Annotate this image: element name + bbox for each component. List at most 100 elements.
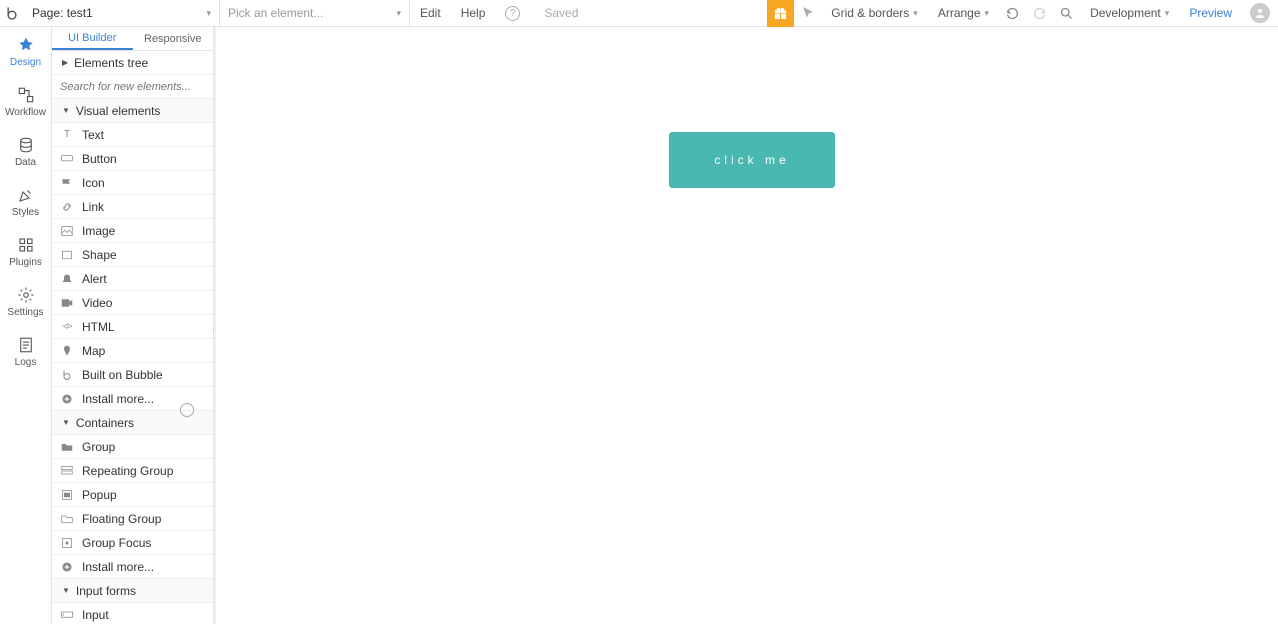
palette-install-more-containers[interactable]: Install more...: [52, 555, 213, 579]
palette-button[interactable]: Button: [52, 147, 213, 171]
palette-html[interactable]: </> HTML: [52, 315, 213, 339]
palette-icon[interactable]: Icon: [52, 171, 213, 195]
rail-label: Plugins: [9, 257, 42, 268]
design-canvas[interactable]: click me: [214, 27, 1278, 624]
palette-label: Video: [82, 296, 112, 310]
user-avatar[interactable]: [1250, 3, 1270, 23]
panel-tabs: UI Builder Responsive: [52, 27, 213, 51]
rail-label: Settings: [7, 307, 43, 318]
chevron-down-icon: ▼: [62, 418, 70, 427]
palette-group-focus[interactable]: Group Focus: [52, 531, 213, 555]
chevron-down-icon: ▾: [396, 8, 401, 19]
palette-alert[interactable]: Alert: [52, 267, 213, 291]
undo-button[interactable]: [999, 0, 1026, 27]
search-button[interactable]: [1053, 0, 1080, 27]
palette-shape[interactable]: Shape: [52, 243, 213, 267]
plugins-icon: [17, 236, 35, 254]
element-picker[interactable]: Pick an element... ▾: [220, 0, 410, 27]
section-label: Input forms: [76, 584, 136, 598]
palette-repeating-group[interactable]: Repeating Group: [52, 459, 213, 483]
palette-video[interactable]: Video: [52, 291, 213, 315]
shape-icon: [60, 248, 74, 262]
palette-map[interactable]: Map: [52, 339, 213, 363]
app-logo[interactable]: [0, 0, 24, 27]
palette-input[interactable]: Input: [52, 603, 213, 624]
data-icon: [17, 136, 35, 154]
arrange-menu[interactable]: Arrange ▾: [928, 0, 999, 27]
topbar: Page: test1 ▾ Pick an element... ▾ Edit …: [0, 0, 1278, 27]
palette-label: Map: [82, 344, 105, 358]
gift-button[interactable]: [767, 0, 794, 27]
save-status: Saved: [534, 0, 588, 27]
button-icon: [60, 152, 74, 166]
bubble-icon: [60, 368, 74, 382]
help-menu[interactable]: Help: [451, 0, 496, 27]
canvas-button-element[interactable]: click me: [669, 132, 835, 188]
palette-label: Group Focus: [82, 536, 151, 550]
section-label: Elements tree: [74, 56, 148, 70]
palette-label: Popup: [82, 488, 117, 502]
palette-group[interactable]: Group: [52, 435, 213, 459]
preview-button[interactable]: Preview: [1179, 0, 1242, 27]
section-visual-elements[interactable]: ▼ Visual elements: [52, 99, 213, 123]
tab-ui-builder[interactable]: UI Builder: [52, 27, 133, 50]
element-search-input[interactable]: [60, 81, 205, 93]
palette-label: Install more...: [82, 392, 154, 406]
palette-label: HTML: [82, 320, 115, 334]
palette-label: Input: [82, 608, 109, 622]
undo-icon: [1005, 6, 1020, 21]
palette-label: Group: [82, 440, 115, 454]
tab-responsive[interactable]: Responsive: [133, 27, 214, 50]
gift-icon: [773, 6, 788, 21]
palette-label: Shape: [82, 248, 117, 262]
repeating-group-icon: [60, 464, 74, 478]
section-elements-tree[interactable]: ▶ Elements tree: [52, 51, 213, 75]
palette-install-more-visual[interactable]: Install more...: [52, 387, 213, 411]
palette-label: Text: [82, 128, 104, 142]
rail-design[interactable]: Design: [0, 27, 51, 77]
workflow-icon: [17, 86, 35, 104]
section-input-forms[interactable]: ▼ Input forms: [52, 579, 213, 603]
search-icon: [1059, 6, 1074, 21]
plus-circle-icon: [60, 392, 74, 406]
environment-menu[interactable]: Development ▾: [1080, 0, 1179, 27]
rail-label: Logs: [15, 357, 37, 368]
section-containers[interactable]: ▼ Containers: [52, 411, 213, 435]
rail-settings[interactable]: Settings: [0, 277, 51, 327]
bubble-logo-icon: [5, 6, 19, 20]
map-pin-icon: [60, 344, 74, 358]
user-icon: [1254, 7, 1266, 19]
palette-label: Built on Bubble: [82, 368, 163, 382]
rail-styles[interactable]: Styles: [0, 177, 51, 227]
flag-icon: [60, 176, 74, 190]
rail-label: Workflow: [5, 107, 46, 118]
select-tool[interactable]: [794, 0, 821, 27]
palette-text[interactable]: T Text: [52, 123, 213, 147]
section-label: Containers: [76, 416, 134, 430]
elements-panel: UI Builder Responsive ▶ Elements tree ▼ …: [52, 27, 214, 624]
rail-plugins[interactable]: Plugins: [0, 227, 51, 277]
page-selector[interactable]: Page: test1 ▾: [24, 0, 220, 27]
palette-link[interactable]: Link: [52, 195, 213, 219]
image-icon: [60, 224, 74, 238]
palette-label: Repeating Group: [82, 464, 173, 478]
element-search[interactable]: [52, 75, 213, 99]
grid-borders-menu[interactable]: Grid & borders ▾: [821, 0, 928, 27]
panel-scroll[interactable]: ▶ Elements tree ▼ Visual elements T Text…: [52, 51, 213, 624]
redo-button[interactable]: [1026, 0, 1053, 27]
rail-data[interactable]: Data: [0, 127, 51, 177]
styles-icon: [17, 186, 35, 204]
help-info-button[interactable]: ?: [495, 0, 530, 27]
info-icon: ?: [505, 6, 520, 21]
edit-menu[interactable]: Edit: [410, 0, 451, 27]
palette-popup[interactable]: Popup: [52, 483, 213, 507]
alert-icon: [60, 272, 74, 286]
palette-built-on-bubble[interactable]: Built on Bubble: [52, 363, 213, 387]
text-icon: T: [60, 128, 74, 142]
palette-label: Button: [82, 152, 117, 166]
chevron-down-icon: ▾: [1165, 8, 1170, 19]
rail-logs[interactable]: Logs: [0, 327, 51, 377]
palette-image[interactable]: Image: [52, 219, 213, 243]
rail-workflow[interactable]: Workflow: [0, 77, 51, 127]
palette-floating-group[interactable]: Floating Group: [52, 507, 213, 531]
